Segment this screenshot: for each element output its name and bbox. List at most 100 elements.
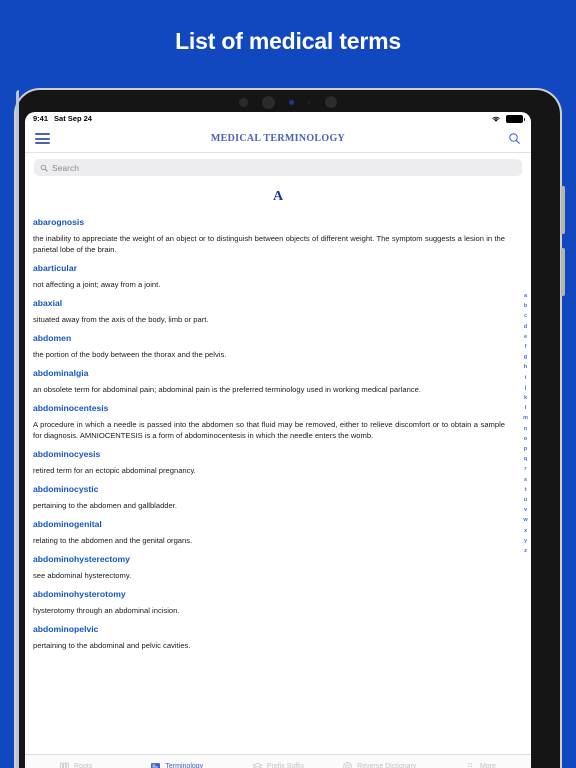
sensor-icon <box>289 99 294 105</box>
volume-down-button[interactable] <box>561 248 565 296</box>
status-bar: 9:41 Sat Sep 24 <box>25 112 531 125</box>
alpha-index-b[interactable]: b <box>524 301 527 311</box>
entry-definition: A procedure in which a needle is passed … <box>33 420 505 440</box>
camera-sensor-array <box>16 94 560 110</box>
camera-lens-icon <box>239 97 248 107</box>
wifi-icon <box>492 116 500 122</box>
dictionary-entry: abarognosis the inability to appreciate t… <box>33 217 523 255</box>
alpha-index-h[interactable]: h <box>524 362 527 372</box>
status-time: 9:41 <box>33 114 49 123</box>
entry-term[interactable]: abdominocystic <box>33 484 523 494</box>
entry-term[interactable]: abdomen <box>33 333 523 343</box>
entry-term[interactable]: abdominohysterectomy <box>33 554 523 564</box>
circle-target-icon <box>342 761 353 768</box>
tab-label: Prefix Suffix <box>266 763 305 768</box>
entry-term[interactable]: abdominohysterotomy <box>33 589 523 599</box>
tab-roots[interactable]: Roots <box>25 761 126 768</box>
alpha-index-f[interactable]: f <box>525 342 527 352</box>
dictionary-content[interactable]: A abarognosis the inability to appreciate… <box>25 181 531 754</box>
alpha-index-u[interactable]: u <box>524 495 527 505</box>
letter-section-heading: A <box>272 189 284 204</box>
alpha-index-x[interactable]: x <box>524 526 527 536</box>
search-input[interactable]: Search <box>34 159 522 176</box>
alpha-index-s[interactable]: s <box>524 475 527 485</box>
alpha-index-q[interactable]: q <box>524 454 527 464</box>
dictionary-entry: abdominocyesis retired term for an ectopi… <box>33 449 523 476</box>
dictionary-entry: abdominohysterectomy see abdominal hyster… <box>33 554 523 581</box>
alpha-index-k[interactable]: k <box>524 393 527 403</box>
entry-term[interactable]: abarognosis <box>33 217 523 227</box>
hamburger-menu-icon[interactable] <box>35 133 50 144</box>
dictionary-entry: abdominohysterotomy hysterotomy through a… <box>33 589 523 616</box>
tab-label: Roots <box>73 763 93 768</box>
bottom-tab-bar: Roots Terminology Prefix Suffix Reverse Dic… <box>25 754 531 768</box>
alpha-index-i[interactable]: i <box>525 373 527 383</box>
entry-definition: situated away from the axis of the body,… <box>33 315 209 324</box>
books-icon <box>59 761 70 768</box>
alpha-index-p[interactable]: p <box>524 444 527 454</box>
search-placeholder: Search <box>52 162 79 173</box>
search-bar-container: Search <box>25 153 531 181</box>
tab-prefix-suffix[interactable]: Prefix Suffix <box>227 761 328 768</box>
entry-definition: the inability to appreciate the weight o… <box>33 234 505 254</box>
entry-definition: not affecting a joint; away from a joint… <box>33 280 161 289</box>
alpha-index-m[interactable]: m <box>523 413 528 423</box>
dictionary-entry: abdominopelvic pertaining to the abdomina… <box>33 624 523 651</box>
dictionary-entry: abdominalgia an obsolete term for abdomin… <box>33 368 523 395</box>
entry-term[interactable]: abdominogenital <box>33 519 523 529</box>
entry-term[interactable]: abarticular <box>33 263 523 273</box>
alpha-index-l[interactable]: l <box>525 403 527 413</box>
tab-label: Reverse Dictionary <box>357 763 417 768</box>
alpha-index-y[interactable]: y <box>524 536 527 546</box>
search-icon <box>40 164 48 172</box>
tab-label: More <box>479 763 496 768</box>
more-dots-icon <box>465 761 476 768</box>
app-navbar: MEDICAL TERMINOLOGY <box>25 125 531 153</box>
alpha-index-c[interactable]: c <box>524 311 527 321</box>
volume-up-button[interactable] <box>561 186 565 234</box>
tab-terminology[interactable]: Terminology <box>126 761 227 768</box>
entry-term[interactable]: abdominopelvic <box>33 624 523 634</box>
alphabet-index[interactable]: abcdefghijklmnopqrstuvwxyz <box>523 291 528 556</box>
dictionary-entry-list: abarognosis the inability to appreciate t… <box>33 217 523 651</box>
entry-term[interactable]: abdominocyesis <box>33 449 523 459</box>
status-date: Sat Sep 24 <box>54 114 92 123</box>
status-indicators <box>491 114 525 123</box>
dictionary-entry: abdominocystic pertaining to the abdomen … <box>33 484 523 511</box>
alpha-index-j[interactable]: j <box>525 383 527 393</box>
entry-definition: pertaining to the abdomen and gallbladde… <box>33 501 177 510</box>
entry-term[interactable]: abaxial <box>33 298 523 308</box>
camera-lens-icon <box>325 96 337 108</box>
entry-term[interactable]: abdominocentesis <box>33 403 523 413</box>
alpha-index-a[interactable]: a <box>524 291 527 301</box>
alpha-index-w[interactable]: w <box>523 515 527 525</box>
entry-definition: an obsolete term for abdominal pain; abd… <box>33 385 421 394</box>
tab-reverse-dictionary[interactable]: Reverse Dictionary <box>329 761 430 768</box>
alpha-index-v[interactable]: v <box>524 505 527 515</box>
dictionary-entry: abdominogenital relating to the abdomen a… <box>33 519 523 546</box>
alpha-index-o[interactable]: o <box>524 434 527 444</box>
battery-icon <box>506 114 525 123</box>
dictionary-entry: abaxial situated away from the axis of th… <box>33 298 523 325</box>
alpha-index-e[interactable]: e <box>524 332 527 342</box>
card-icon <box>150 761 161 768</box>
alpha-index-g[interactable]: g <box>524 352 527 362</box>
device-screen: 9:41 Sat Sep 24 MEDICAL TERMINOLOGY Sear… <box>25 112 531 768</box>
layers-icon <box>252 761 263 768</box>
camera-lens-icon <box>262 95 275 109</box>
search-icon[interactable] <box>508 132 521 145</box>
alpha-index-r[interactable]: r <box>524 464 526 474</box>
entry-definition: relating to the abdomen and the genital … <box>33 536 193 545</box>
entry-term[interactable]: abdominalgia <box>33 368 523 378</box>
alpha-index-d[interactable]: d <box>524 322 527 332</box>
sensor-icon <box>308 100 311 104</box>
alpha-index-n[interactable]: n <box>524 424 527 434</box>
entry-definition: the portion of the body between the thor… <box>33 350 227 359</box>
dictionary-entry: abarticular not affecting a joint; away f… <box>33 263 523 290</box>
entry-definition: retired term for an ectopic abdominal pr… <box>33 466 196 475</box>
alpha-index-t[interactable]: t <box>525 485 527 495</box>
alpha-index-z[interactable]: z <box>524 546 527 556</box>
entry-definition: pertaining to the abdominal and pelvic c… <box>33 641 191 650</box>
dictionary-entry: abdomen the portion of the body between t… <box>33 333 523 360</box>
tab-more[interactable]: More <box>430 761 531 768</box>
